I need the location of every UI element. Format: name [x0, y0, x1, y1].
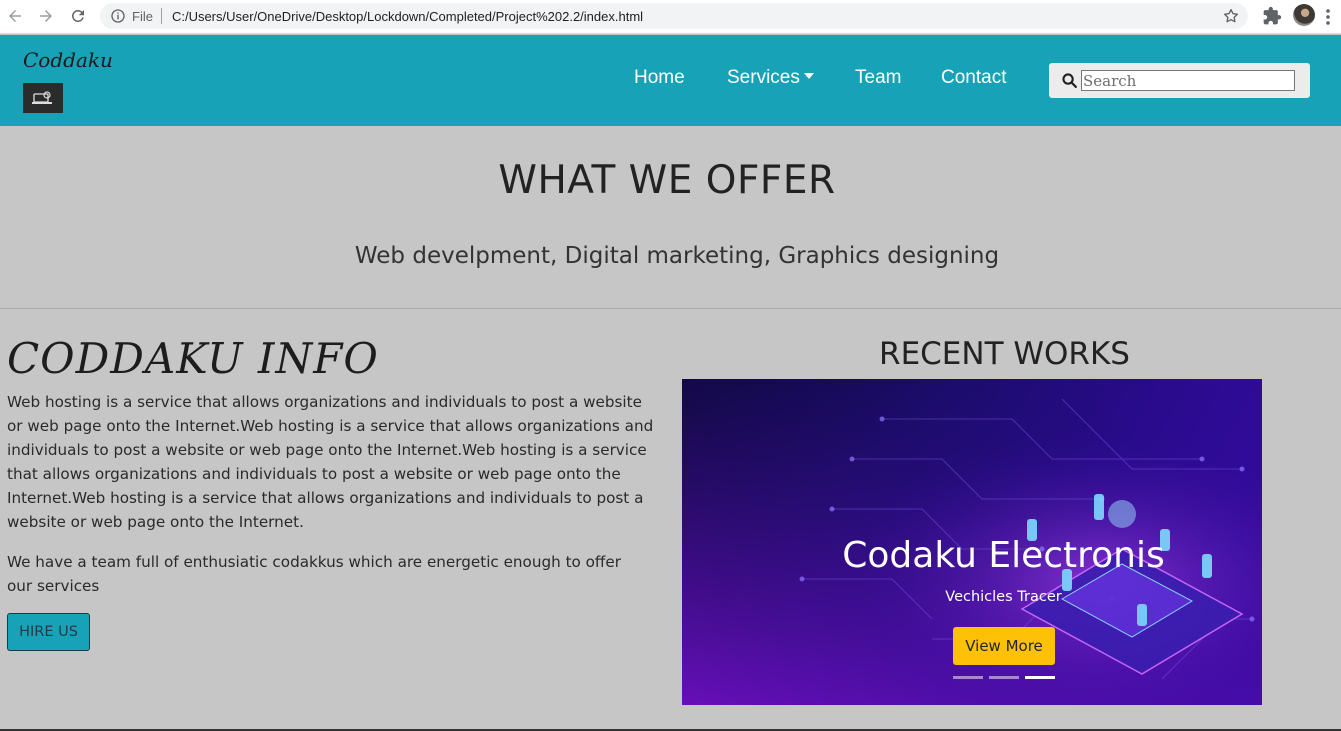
slide-title: Codaku Electronis — [842, 535, 1165, 576]
more-menu-icon[interactable] — [1322, 7, 1334, 27]
offer-subtitle: Web develpment, Digital marketing, Graph… — [354, 243, 1000, 269]
nav-services[interactable]: Services — [727, 67, 814, 89]
carousel-indicator-1[interactable] — [953, 676, 983, 679]
nav-team[interactable]: Team — [855, 67, 901, 89]
info-paragraph-2: We have a team full of enthusiatic codak… — [7, 553, 621, 595]
view-more-button[interactable]: View More — [953, 627, 1055, 665]
nav-services-label: Services — [727, 67, 800, 88]
slide-subtitle: Vechicles Tracer — [945, 589, 1062, 605]
back-button[interactable] — [4, 5, 26, 27]
hire-us-button[interactable]: HIRE US — [7, 613, 90, 651]
carousel-indicator-2[interactable] — [989, 676, 1019, 679]
url-text[interactable]: C:/Users/User/OneDrive/Desktop/Lockdown/… — [172, 9, 643, 24]
address-bar[interactable]: File C:/Users/User/OneDrive/Desktop/Lock… — [100, 3, 1248, 29]
nav-home[interactable]: Home — [634, 67, 685, 89]
arrow-left-icon — [9, 10, 21, 22]
site-navbar: Coddaku Home Services Team Contact — [0, 35, 1341, 126]
recent-works-title: RECENT WORKS — [879, 336, 1130, 372]
reload-icon — [71, 9, 84, 22]
reload-button[interactable] — [67, 5, 89, 27]
bookmark-star-icon[interactable] — [1222, 7, 1240, 25]
search-box — [1049, 63, 1310, 98]
profile-avatar[interactable] — [1293, 4, 1315, 26]
omnibox-separator — [160, 8, 162, 24]
forward-button[interactable] — [35, 5, 57, 27]
info-heading: CODDAKU INFO — [7, 334, 379, 383]
search-input[interactable] — [1081, 70, 1295, 91]
carousel-indicator-3[interactable] — [1025, 676, 1055, 679]
browser-toolbar: File C:/Users/User/OneDrive/Desktop/Lock… — [0, 0, 1341, 34]
file-label: File — [132, 8, 153, 24]
works-carousel[interactable]: Codaku Electronis Vechicles Tracer View … — [682, 379, 1262, 705]
chevron-down-icon — [803, 72, 814, 79]
offer-title: WHAT WE OFFER — [498, 158, 836, 203]
section-divider — [0, 308, 1341, 309]
info-paragraph-1: Web hosting is a service that allows org… — [7, 393, 654, 531]
info-icon[interactable] — [110, 8, 126, 24]
arrow-right-icon — [40, 10, 52, 22]
extensions-puzzle-icon[interactable] — [1262, 6, 1282, 26]
nav-contact[interactable]: Contact — [941, 67, 1006, 89]
search-icon[interactable] — [1061, 72, 1078, 89]
